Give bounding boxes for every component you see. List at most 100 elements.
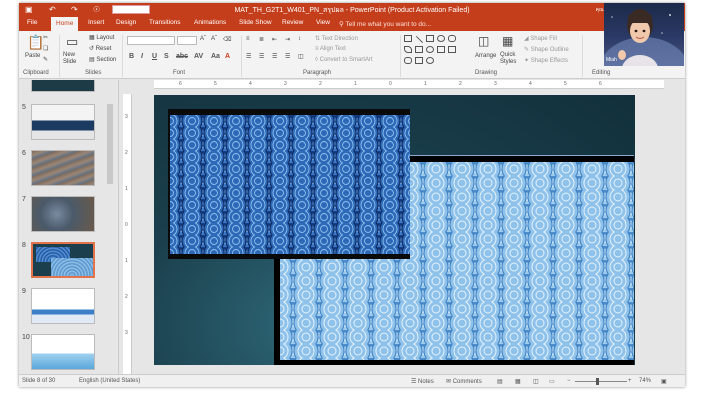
slideshow-view-icon[interactable]: ▭ [549,378,555,385]
shadow-icon[interactable]: S [164,53,169,60]
tab-design[interactable]: Design [116,19,136,26]
notes-button[interactable]: ☰ Notes [411,378,434,385]
arrange-icon[interactable]: ◫ [478,34,489,48]
zoom-level[interactable]: 74% [639,378,651,384]
new-slide-icon[interactable]: ▭ [66,34,78,50]
circle-shape-icon[interactable] [426,46,434,53]
thumbnail-slide-5[interactable] [31,104,95,140]
increase-indent-icon[interactable]: ⇥ [285,36,290,43]
shape-outline-button[interactable]: ✎ Shape Outline [524,46,569,53]
slide-canvas[interactable] [154,95,635,365]
columns-icon[interactable]: ◫ [298,53,304,60]
star-shape-icon[interactable] [437,46,445,53]
slide-sorter-icon[interactable]: ▦ [515,378,521,385]
thumbnail-slide-4-partial[interactable] [31,80,95,92]
tab-slide-show[interactable]: Slide Show [239,19,272,26]
shapes-gallery[interactable] [404,35,468,65]
tab-insert[interactable]: Insert [88,19,104,26]
paste-button[interactable]: Paste [25,53,40,59]
reset-button[interactable]: ↺ Reset [89,45,111,52]
triangle-shape-icon[interactable] [404,46,412,53]
language-indicator[interactable]: English (United States) [79,378,140,384]
shape-fill-button[interactable]: ◢ Shape Fill [524,35,557,42]
arrange-button[interactable]: Arrange [475,53,496,59]
text-box-shape-icon[interactable] [426,35,434,42]
tell-me-text: Tell me what you want to do... [345,21,432,28]
ruler-label: 1 [125,258,128,264]
convert-smartart-button[interactable]: ◊ Convert to SmartArt [315,57,373,63]
normal-view-icon[interactable]: ▤ [497,378,503,385]
numbering-icon[interactable]: ≣ [259,36,264,43]
thumbnail-slide-7[interactable] [31,196,95,232]
thumbnail-scrollbar[interactable] [107,84,113,370]
increase-font-icon[interactable]: Aˆ [200,36,206,42]
rounded-rect-shape-icon[interactable] [448,35,456,42]
callout-shape-icon[interactable] [448,46,456,53]
rectangle-shape-icon[interactable] [404,35,412,42]
strikethrough-icon[interactable]: abc [176,53,188,60]
bullets-icon[interactable]: ≡ [246,36,250,42]
tab-review[interactable]: Review [282,19,303,26]
tell-me-search[interactable]: ⚲ Tell me what you want to do... [339,20,431,28]
oval-shape-icon[interactable] [437,35,445,42]
brace-shape-icon[interactable] [404,57,412,64]
arrow-shape-icon[interactable] [415,46,423,53]
paste-icon[interactable]: 📋 [27,34,44,51]
zoom-slider-thumb[interactable] [596,378,599,385]
thumbnail-slide-10[interactable] [31,334,95,370]
wave-pattern-image-dark[interactable] [168,109,410,259]
decrease-font-icon[interactable]: Aˇ [211,36,217,42]
layout-label: Layout [96,35,115,41]
comments-button[interactable]: ✉ Comments [446,378,482,385]
line-shape-icon[interactable] [415,35,424,44]
align-text-button[interactable]: ≡ Align Text [315,46,346,52]
tab-view[interactable]: View [316,19,330,26]
italic-icon[interactable]: I [141,53,143,60]
char-spacing-icon[interactable]: AV [194,53,203,60]
comments-icon: ✉ [446,379,453,385]
font-size-combo[interactable] [177,36,197,45]
clear-formatting-icon[interactable]: ⌫ [223,36,231,43]
bold-icon[interactable]: B [129,53,134,60]
fit-to-window-icon[interactable]: ▣ [661,378,667,385]
align-right-icon[interactable]: ☰ [272,53,277,60]
smiley-shape-icon[interactable] [426,57,434,64]
zoom-out-icon[interactable]: − [567,378,571,384]
font-name-combo[interactable] [127,36,175,45]
text-direction-button[interactable]: ⇅ Text Direction [315,35,358,42]
decrease-indent-icon[interactable]: ⇤ [272,36,277,43]
zoom-slider[interactable] [575,378,627,385]
separator [241,35,242,77]
tab-animations[interactable]: Animations [194,19,226,26]
copy-icon[interactable]: ❏ [43,45,48,52]
convert-smartart-label: Convert to SmartArt [319,57,373,63]
zoom-in-icon[interactable]: + [628,378,632,384]
quick-styles-button[interactable]: Quick Styles [500,52,522,66]
shape-effects-button[interactable]: ✦ Shape Effects [524,57,568,64]
thumbnail-scroll-handle[interactable] [107,104,113,184]
section-button[interactable]: ▤ Section [89,56,116,63]
slide-thumbnails-pane: 5 6 7 8 9 10 [19,80,119,374]
format-painter-icon[interactable]: ✎ [43,56,48,63]
editor-scrollbar[interactable] [669,94,679,364]
section-label: Section [96,57,117,63]
quick-styles-icon[interactable]: ▦ [502,34,513,48]
thumbnail-slide-8[interactable] [31,242,95,278]
tab-file[interactable]: File [27,19,37,26]
new-slide-button[interactable]: New Slide [63,52,85,66]
tab-home[interactable]: Home [51,17,79,31]
justify-icon[interactable]: ☰ [285,53,290,60]
reading-view-icon[interactable]: ◫ [533,378,539,385]
align-center-icon[interactable]: ☰ [259,53,264,60]
layout-button[interactable]: ▦ Layout [89,34,114,41]
line-spacing-icon[interactable]: ↕ [298,36,301,42]
tab-transitions[interactable]: Transitions [149,19,181,26]
bracket-shape-icon[interactable] [415,57,423,64]
align-left-icon[interactable]: ☰ [246,53,251,60]
change-case-icon[interactable]: Aa [211,53,220,60]
font-color-icon[interactable]: A [225,53,230,60]
underline-icon[interactable]: U [152,53,157,60]
thumbnail-slide-6[interactable] [31,150,95,186]
cut-icon[interactable]: ✂ [43,34,48,41]
thumbnail-slide-9[interactable] [31,288,95,324]
